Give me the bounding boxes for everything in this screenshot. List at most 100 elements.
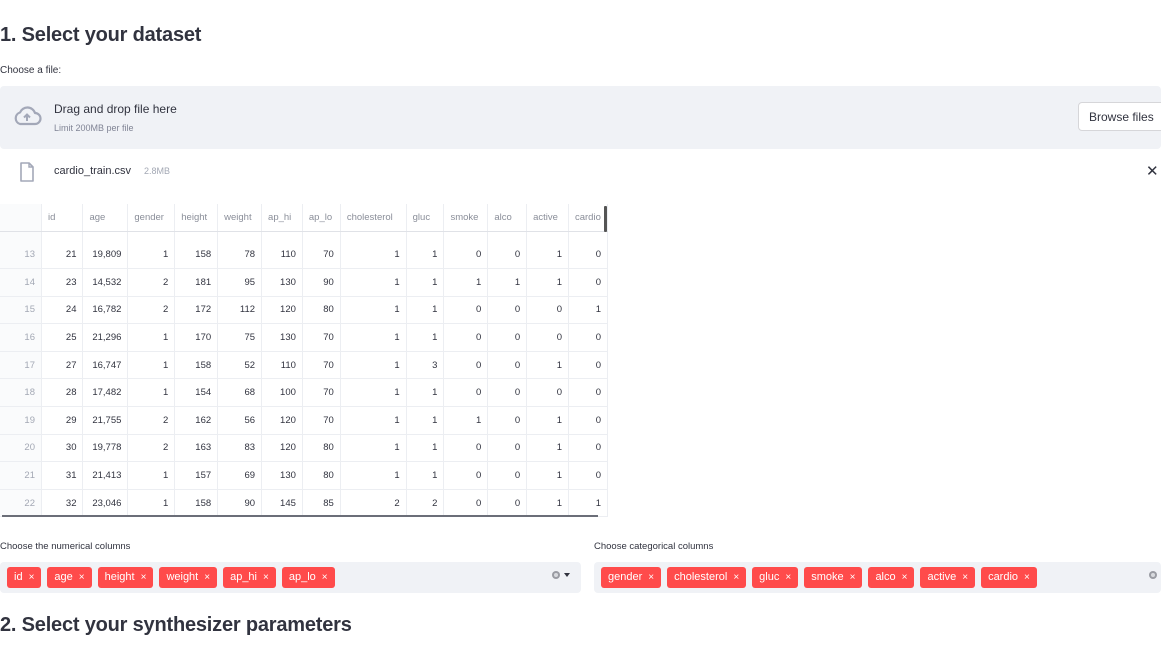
table-cell[interactable]: 1 [127,489,176,518]
table-cell[interactable]: 0 [487,378,528,408]
remove-chip-icon[interactable]: × [902,567,908,588]
column-header[interactable]: cardio [568,204,608,232]
table-cell[interactable]: 27 [41,351,84,380]
table-cell[interactable]: 70 [302,241,341,270]
column-header[interactable]: cholesterol [340,204,407,232]
table-cell[interactable]: 78 [217,241,263,270]
table-cell[interactable]: 16,747 [82,351,129,380]
table-cell[interactable]: 1 [526,268,569,297]
table-cell[interactable]: 1 [340,351,407,380]
table-cell[interactable]: 16,782 [82,296,129,325]
table-cell[interactable]: 110 [261,241,303,270]
table-cell[interactable]: 130 [261,323,303,352]
table-cell[interactable]: 0 [487,241,528,270]
selected-chip[interactable]: gluc × [752,567,799,588]
table-cell[interactable]: 1 [487,268,528,297]
table-cell[interactable]: 1 [526,241,569,270]
table-cell[interactable]: 112 [217,296,263,325]
table-cell[interactable]: 1 [340,296,407,325]
table-row[interactable]: 16 25 21,296 1 170 75 130 70 1 1 0 0 0 0 [0,323,608,352]
table-cell[interactable]: 1 [340,461,407,490]
column-header[interactable]: smoke [443,204,489,232]
table-cell[interactable]: 85 [302,489,341,518]
table-cell[interactable]: 80 [302,434,341,463]
table-cell[interactable]: 1 [406,434,445,463]
table-cell[interactable]: 0 [443,378,489,408]
table-cell[interactable]: 83 [217,434,263,463]
table-cell[interactable]: 1 [526,351,569,380]
table-cell[interactable]: 100 [261,378,303,408]
table-cell[interactable]: 170 [174,323,219,352]
column-header[interactable]: ap_lo [302,204,341,232]
table-cell[interactable]: 0 [487,461,528,490]
table-cell[interactable]: 70 [302,406,341,435]
table-cell[interactable]: 0 [487,489,528,518]
remove-chip-icon[interactable]: × [648,567,654,588]
table-cell[interactable]: 0 [568,378,608,408]
table-cell[interactable]: 31 [41,461,84,490]
remove-chip-icon[interactable]: × [263,567,269,588]
table-cell[interactable]: 14,532 [82,268,129,297]
table-cell[interactable]: 0 [443,461,489,490]
table-cell[interactable]: 1 [406,461,445,490]
column-header[interactable]: alco [487,204,528,232]
table-cell[interactable]: 70 [302,323,341,352]
table-cell[interactable]: 1 [340,241,407,270]
table-cell[interactable]: 1 [443,406,489,435]
table-cell[interactable]: 172 [174,296,219,325]
table-cell[interactable]: 0 [443,489,489,518]
row-index[interactable]: 15 [0,296,42,325]
table-scrollbar[interactable] [604,206,607,232]
table-cell[interactable]: 1 [406,323,445,352]
table-cell[interactable]: 21,413 [82,461,129,490]
row-index[interactable]: 16 [0,323,42,352]
row-index[interactable]: 19 [0,406,42,435]
table-cell[interactable]: 0 [443,434,489,463]
selected-chip[interactable]: active × [920,567,976,588]
table-cell[interactable]: 1 [340,268,407,297]
remove-chip-icon[interactable]: × [733,567,739,588]
table-cell[interactable]: 0 [568,323,608,352]
table-cell[interactable]: 24 [41,296,84,325]
table-cell[interactable]: 2 [406,489,445,518]
selected-chip[interactable]: height × [97,567,154,588]
column-header[interactable]: height [174,204,219,232]
table-cell[interactable]: 157 [174,461,219,490]
row-index[interactable]: 18 [0,378,42,408]
table-cell[interactable]: 1 [406,296,445,325]
remove-chip-icon[interactable]: × [850,567,856,588]
selected-chip[interactable]: age × [47,567,92,588]
table-cell[interactable]: 130 [261,461,303,490]
table-cell[interactable]: 120 [261,434,303,463]
table-cell[interactable]: 25 [41,323,84,352]
table-cell[interactable]: 110 [261,351,303,380]
table-cell[interactable]: 154 [174,378,219,408]
table-row[interactable]: 13 21 19,809 1 158 78 110 70 1 1 0 0 1 0 [0,241,608,270]
table-cell[interactable]: 23,046 [82,489,129,518]
table-cell[interactable]: 158 [174,351,219,380]
remove-chip-icon[interactable]: × [962,567,968,588]
table-cell[interactable]: 68 [217,378,263,408]
selected-chip[interactable]: ap_lo × [281,567,335,588]
table-horizontal-scrollbar[interactable] [2,515,598,517]
table-cell[interactable]: 21,755 [82,406,129,435]
table-cell[interactable]: 0 [487,323,528,352]
table-cell[interactable]: 1 [526,489,569,518]
table-cell[interactable]: 1 [568,489,608,518]
row-index[interactable]: 20 [0,434,42,463]
table-cell[interactable]: 1 [406,268,445,297]
table-cell[interactable]: 21 [41,241,84,270]
table-cell[interactable]: 2 [127,406,176,435]
selected-chip[interactable]: cholesterol × [667,567,747,588]
table-cell[interactable]: 0 [443,351,489,380]
table-cell[interactable]: 32 [41,489,84,518]
table-cell[interactable]: 181 [174,268,219,297]
table-cell[interactable]: 80 [302,296,341,325]
table-cell[interactable]: 0 [568,434,608,463]
remove-chip-icon[interactable]: × [322,567,328,588]
selected-chip[interactable]: smoke × [804,567,863,588]
table-cell[interactable]: 2 [340,489,407,518]
dataframe-table[interactable]: id age gender height weight ap_hi ap_lo cholest… [0,204,608,518]
remove-chip-icon[interactable]: × [785,567,791,588]
column-header[interactable]: active [526,204,569,232]
